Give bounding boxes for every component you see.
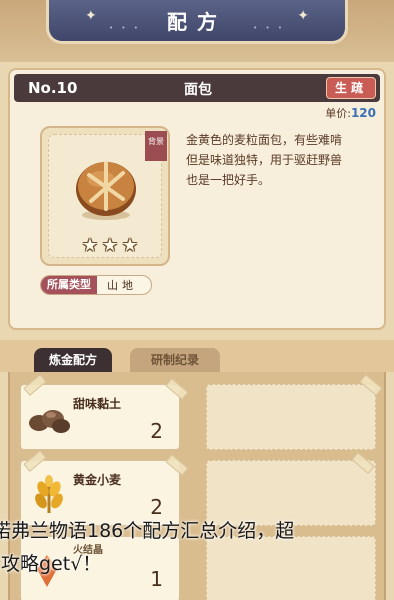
caption-line: 诺弗兰物语186个配方汇总介绍，超 (0, 520, 295, 542)
material-name: 甜味黏土 (73, 397, 122, 411)
wheat-icon (35, 475, 63, 513)
rarity-badge: 生疏 (326, 77, 376, 99)
recipe-number: No.10 (28, 79, 78, 97)
tab-alchemy-recipe[interactable]: 炼金配方 (34, 348, 112, 372)
clay-icon (29, 410, 70, 433)
category-value: 山地 (107, 279, 137, 292)
star-icon: ★ (81, 235, 98, 256)
recipe-card: No.10 面包 生疏 单价:120 背景 ★ ★ ★ 金黄色的麦粒面包，有些难啃 … (8, 68, 386, 330)
banner-dots-decoration: • • • (109, 24, 141, 32)
category-label: 所属类型 (41, 276, 97, 294)
page-title: 配方 (167, 10, 227, 34)
caption-line: 全攻略get√！ (0, 553, 102, 575)
material-name: 黄金小麦 (73, 473, 122, 487)
star-icon: ★ (121, 235, 138, 256)
title-banner: ✦ • • • 配方 • • • ✦ (46, 0, 348, 44)
recipe-description: 金黄色的麦粒面包，有些难啃 但是味道独特，用于驱赶野兽 也是一把好手。 (186, 133, 343, 187)
material-qty: 1 (150, 567, 163, 591)
tab-bar: 炼金配方 研制纪录 (0, 340, 394, 372)
banner-dots-decoration: • • • (253, 24, 285, 32)
price-label: 单价: (325, 107, 351, 120)
price-row: 单价:120 (325, 105, 376, 121)
tab-research-record[interactable]: 研制纪录 (130, 348, 220, 372)
recipe-header: No.10 面包 生疏 (14, 74, 380, 102)
empty-material-slot (206, 384, 376, 450)
category-pill: 所属类型 山地 (40, 275, 152, 295)
recipe-name: 面包 (184, 82, 212, 98)
price-value: 120 (350, 106, 376, 120)
item-preview-inner: 背景 ★ ★ ★ (48, 131, 167, 258)
material-slot[interactable]: 甜味黏土 2 (20, 384, 180, 450)
material-qty: 2 (150, 419, 163, 443)
bread-icon (76, 161, 136, 220)
sparkle-icon: ✦ (85, 8, 97, 24)
sparkle-icon: ✦ (297, 8, 309, 24)
star-rating: ★ ★ ★ (79, 235, 139, 256)
background-tag: 背景 (145, 131, 167, 161)
star-icon: ★ (101, 235, 118, 256)
item-preview[interactable]: 背景 ★ ★ ★ (40, 126, 170, 266)
